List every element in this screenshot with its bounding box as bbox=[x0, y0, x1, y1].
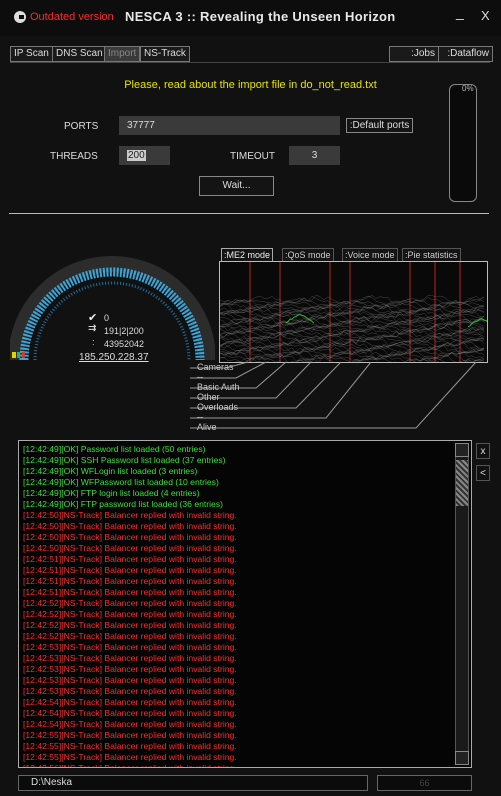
tab-qos-mode[interactable]: :QoS mode bbox=[282, 248, 334, 262]
scroll-up-button[interactable] bbox=[455, 443, 469, 457]
log-line: [12:42:55][NS-Track] Balancer replied wi… bbox=[23, 741, 237, 751]
threads-input[interactable]: 200 bbox=[119, 146, 170, 165]
tab-ip-scan[interactable]: IP Scan bbox=[10, 46, 53, 62]
log-line: [12:42:54][NS-Track] Balancer replied wi… bbox=[23, 708, 237, 718]
log-line: [12:42:53][NS-Track] Balancer replied wi… bbox=[23, 664, 237, 674]
gauge-indicator-green bbox=[17, 352, 20, 358]
threads-value: 200 bbox=[127, 150, 146, 161]
log-line: [12:42:51][NS-Track] Balancer replied wi… bbox=[23, 587, 237, 597]
graph-noise-line bbox=[220, 305, 485, 317]
gauge-indicator-yellow bbox=[12, 352, 16, 358]
window-title: NESCA 3 :: Revealing the Unseen Horizon bbox=[125, 9, 396, 24]
import-note: Please, read about the import file in do… bbox=[124, 79, 377, 91]
legend-separator: -- bbox=[197, 372, 203, 382]
legend-cameras: Cameras bbox=[197, 362, 234, 372]
log-line: [12:42:49][OK] FTP password list loaded … bbox=[23, 499, 223, 509]
dataflow-button[interactable]: :Dataflow bbox=[438, 46, 493, 62]
log-line: [12:42:55][NS-Track] Balancer replied wi… bbox=[23, 752, 237, 762]
log-line: [12:42:51][NS-Track] Balancer replied wi… bbox=[23, 554, 237, 564]
graph-noise-line bbox=[220, 332, 485, 344]
log-line: [12:42:50][NS-Track] Balancer replied wi… bbox=[23, 532, 237, 542]
collapse-button[interactable]: < bbox=[476, 465, 490, 481]
log-line: [12:42:49][OK] Password list loaded (50 … bbox=[23, 444, 206, 454]
log-line: [12:42:53][NS-Track] Balancer replied wi… bbox=[23, 686, 237, 696]
scroll-down-button[interactable] bbox=[455, 751, 469, 765]
log-line: [12:42:52][NS-Track] Balancer replied wi… bbox=[23, 631, 237, 641]
me2-graph-canvas bbox=[220, 262, 487, 362]
tab-pie-statistics[interactable]: :Pie statistics bbox=[402, 248, 461, 262]
log-line: [12:42:53][NS-Track] Balancer replied wi… bbox=[23, 642, 237, 652]
jobs-button[interactable]: :Jobs bbox=[389, 46, 439, 62]
counter-dot: : bbox=[92, 337, 95, 347]
log-line: [12:42:56][NS-Track] Balancer replied wi… bbox=[23, 763, 237, 768]
log-line: [12:42:49][OK] WFLogin list loaded (3 en… bbox=[23, 466, 198, 476]
status-progress-text: 66 bbox=[419, 778, 430, 788]
legend-separator: -- bbox=[197, 412, 203, 422]
ports-input[interactable]: 37777 bbox=[119, 116, 340, 135]
threads-arrows-icon: ⇉ bbox=[88, 323, 97, 334]
wait-button[interactable]: Wait... bbox=[199, 176, 274, 196]
legend-other: Other bbox=[197, 392, 220, 402]
section-divider bbox=[9, 213, 489, 214]
ports-label: PORTS bbox=[64, 121, 99, 132]
tab-divider bbox=[10, 62, 490, 63]
timeout-label: TIMEOUT bbox=[230, 151, 275, 162]
threads-status: 191|2|200 bbox=[104, 326, 144, 336]
tab-me2-mode[interactable]: :ME2 mode bbox=[221, 248, 274, 262]
log-line: [12:42:54][NS-Track] Balancer replied wi… bbox=[23, 719, 237, 729]
app-logo-icon bbox=[14, 11, 26, 23]
legend-alive: Alive bbox=[197, 422, 217, 432]
log-panel[interactable]: [12:42:49][OK] Password list loaded (50 … bbox=[18, 440, 472, 768]
legend-overloads: Overloads bbox=[197, 402, 239, 412]
timeout-input[interactable]: 3 bbox=[289, 146, 340, 165]
clear-log-button[interactable]: x bbox=[476, 443, 490, 459]
log-line: [12:42:52][NS-Track] Balancer replied wi… bbox=[23, 620, 237, 630]
current-ip: 185.250.228.37 bbox=[79, 352, 149, 363]
tab-voice-mode[interactable]: :Voice mode bbox=[342, 248, 398, 262]
progress-percent: 0% bbox=[462, 84, 474, 93]
log-line: [12:42:53][NS-Track] Balancer replied wi… bbox=[23, 653, 237, 663]
log-lines: [12:42:49][OK] Password list loaded (50 … bbox=[23, 444, 453, 768]
tab-ns-track[interactable]: NS-Track bbox=[140, 46, 190, 62]
log-line: [12:42:51][NS-Track] Balancer replied wi… bbox=[23, 576, 237, 586]
gauge-indicator-red bbox=[22, 352, 25, 358]
me2-graph bbox=[219, 261, 488, 363]
log-line: [12:42:52][NS-Track] Balancer replied wi… bbox=[23, 609, 237, 619]
log-line: [12:42:49][OK] SSH Password list loaded … bbox=[23, 455, 226, 465]
log-line: [12:42:49][OK] WFPassword list loaded (1… bbox=[23, 477, 219, 487]
log-line: [12:42:50][NS-Track] Balancer replied wi… bbox=[23, 521, 237, 531]
log-line: [12:42:50][NS-Track] Balancer replied wi… bbox=[23, 510, 237, 520]
default-ports-button[interactable]: :Default ports bbox=[346, 118, 413, 133]
scan-gauge bbox=[10, 256, 215, 361]
log-line: [12:42:52][NS-Track] Balancer replied wi… bbox=[23, 598, 237, 608]
log-line: [12:42:50][NS-Track] Balancer replied wi… bbox=[23, 543, 237, 553]
minimize-button[interactable]: _ bbox=[456, 4, 464, 20]
scroll-thumb[interactable] bbox=[456, 460, 468, 506]
log-line: [12:42:49][OK] FTP login list loaded (4 … bbox=[23, 488, 200, 498]
status-progress: 66 bbox=[377, 775, 472, 791]
log-line: [12:42:53][NS-Track] Balancer replied wi… bbox=[23, 675, 237, 685]
legend-basic-auth: Basic Auth bbox=[197, 382, 240, 392]
counter-value: 43952042 bbox=[104, 339, 145, 349]
log-line: [12:42:51][NS-Track] Balancer replied wi… bbox=[23, 565, 237, 575]
threads-label: THREADS bbox=[50, 151, 98, 162]
tab-import[interactable]: Import bbox=[104, 46, 141, 62]
vertical-progress-bar bbox=[449, 84, 477, 202]
found-count: 0 bbox=[104, 313, 110, 323]
close-button[interactable]: X bbox=[481, 8, 490, 23]
log-line: [12:42:54][NS-Track] Balancer replied wi… bbox=[23, 697, 237, 707]
log-line: [12:42:55][NS-Track] Balancer replied wi… bbox=[23, 730, 237, 740]
tab-dns-scan[interactable]: DNS Scan bbox=[52, 46, 107, 62]
status-path: D:\Neska bbox=[18, 775, 368, 791]
outdated-version-label[interactable]: Outdated version bbox=[30, 11, 114, 23]
